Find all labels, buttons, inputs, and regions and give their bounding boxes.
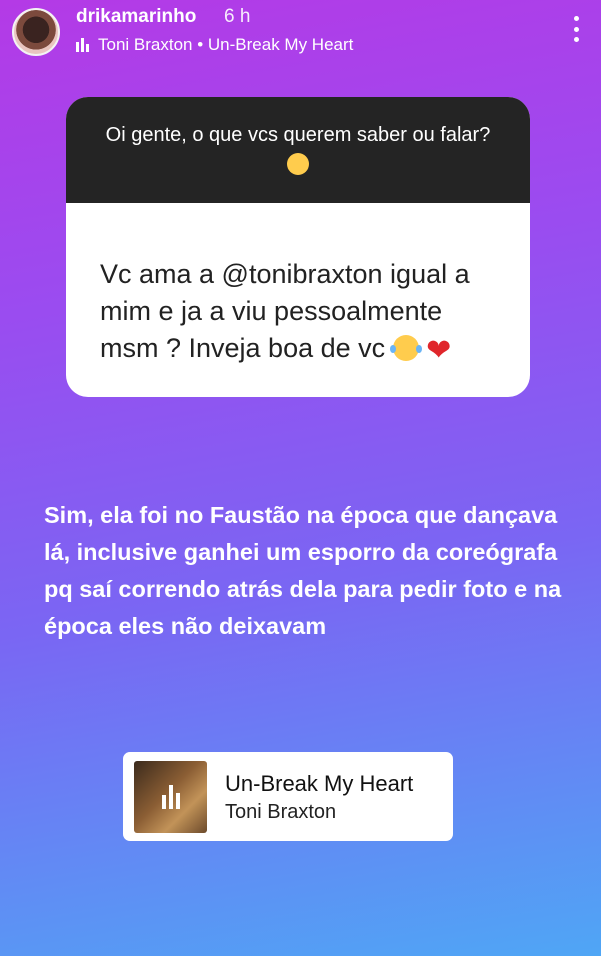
question-response-box: Vc ama a @tonibraxton igual a mim e ja a… — [66, 203, 530, 369]
avatar[interactable] — [12, 8, 60, 56]
music-bars-icon — [162, 785, 180, 809]
question-prompt-box: Oi gente, o que vcs querem saber ou fala… — [66, 97, 530, 203]
song-title: Un-Break My Heart — [225, 771, 414, 796]
username[interactable]: drikamarinho — [76, 6, 196, 28]
music-sticker[interactable]: Un-Break My Heart Toni Braxton — [123, 752, 453, 841]
story-header: drikamarinho 6 h Toni Braxton • Un-Break… — [0, 0, 601, 64]
question-prompt: Oi gente, o que vcs querem saber ou fala… — [105, 124, 491, 146]
red-heart-icon: ❤ — [426, 334, 452, 367]
music-attribution-text: Toni Braxton • Un-Break My Heart — [98, 35, 354, 54]
laughing-tears-icon — [389, 335, 422, 361]
more-options-icon[interactable] — [573, 16, 579, 42]
music-attribution[interactable]: Toni Braxton • Un-Break My Heart — [76, 35, 353, 55]
post-time: 6 h — [224, 6, 251, 27]
smiling-face-icon — [287, 153, 309, 175]
answer-text: Sim, ela foi no Faustão na época que dan… — [44, 502, 562, 639]
question-sticker: Oi gente, o que vcs querem saber ou fala… — [66, 97, 530, 397]
album-cover — [134, 761, 207, 833]
song-artist: Toni Braxton — [225, 801, 337, 823]
music-bars-icon — [76, 38, 90, 52]
